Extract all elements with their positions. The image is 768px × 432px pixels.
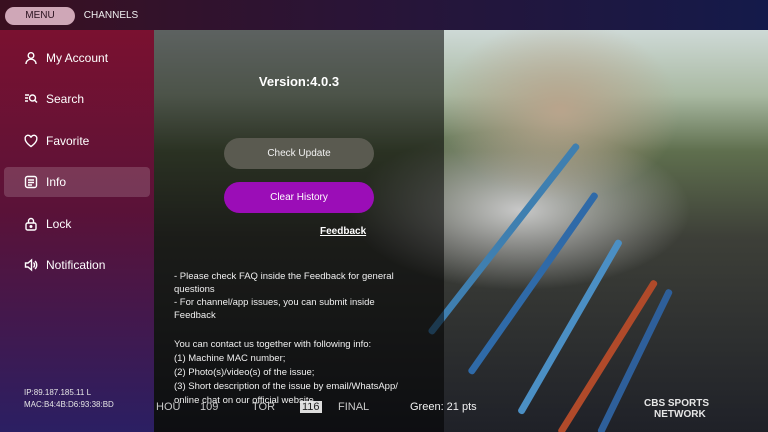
video-bat (467, 191, 600, 376)
feedback-link[interactable]: Feedback (320, 226, 366, 237)
info-line: online chat on our official website. (174, 395, 317, 406)
version-label: Version:4.0.3 (258, 74, 340, 89)
clear-history-button[interactable]: Clear History (224, 182, 374, 213)
sidebar-item-label: Search (46, 92, 85, 106)
sidebar: My Account Search Favorite Info Lock Not… (0, 30, 154, 432)
sidebar-item-search[interactable]: Search (4, 84, 150, 114)
check-update-button[interactable]: Check Update (224, 138, 374, 169)
tab-menu[interactable]: MENU (5, 7, 75, 25)
sidebar-item-label: Lock (46, 217, 72, 231)
top-bar: MENU CHANNELS (0, 0, 768, 30)
search-icon (24, 92, 38, 106)
info-line: questions (174, 284, 215, 295)
info-line: (3) Short description of the issue by em… (174, 381, 398, 392)
sidebar-item-my-account[interactable]: My Account (4, 43, 150, 73)
sidebar-item-label: Notification (46, 258, 106, 272)
info-line: - For channel/app issues, you can submit… (174, 297, 375, 308)
sidebar-item-lock[interactable]: Lock (4, 209, 150, 239)
sidebar-item-label: Info (46, 175, 67, 189)
info-line: (1) Machine MAC number; (174, 353, 286, 364)
sidebar-item-label: My Account (46, 51, 109, 65)
sidebar-item-label: Favorite (46, 134, 90, 148)
info-icon (24, 175, 38, 189)
video-bat (516, 238, 624, 416)
person-icon (24, 51, 38, 65)
heart-icon (24, 134, 38, 148)
mac-address: MAC:B4:4B:D6:93:38:BD (24, 400, 114, 409)
info-line: - Please check FAQ inside the Feedback f… (174, 271, 394, 282)
ip-address: IP:89.187.185.11 L (24, 388, 92, 397)
network-line1: CBS SPORTS (644, 398, 710, 409)
network-logo: CBS SPORTS NETWORK (644, 398, 709, 420)
lock-icon (24, 217, 38, 231)
sidebar-item-favorite[interactable]: Favorite (4, 126, 150, 156)
speaker-icon (24, 258, 38, 272)
sidebar-item-notification[interactable]: Notification (4, 250, 150, 280)
sidebar-item-info[interactable]: Info (4, 167, 150, 197)
tab-channels[interactable]: CHANNELS (82, 7, 140, 25)
network-line2: NETWORK (654, 409, 706, 420)
info-line: (2) Photo(s)/video(s) of the issue; (174, 367, 315, 378)
info-line: You can contact us together with followi… (174, 339, 372, 350)
info-line: Feedback (174, 310, 216, 321)
video-bat (427, 142, 581, 336)
